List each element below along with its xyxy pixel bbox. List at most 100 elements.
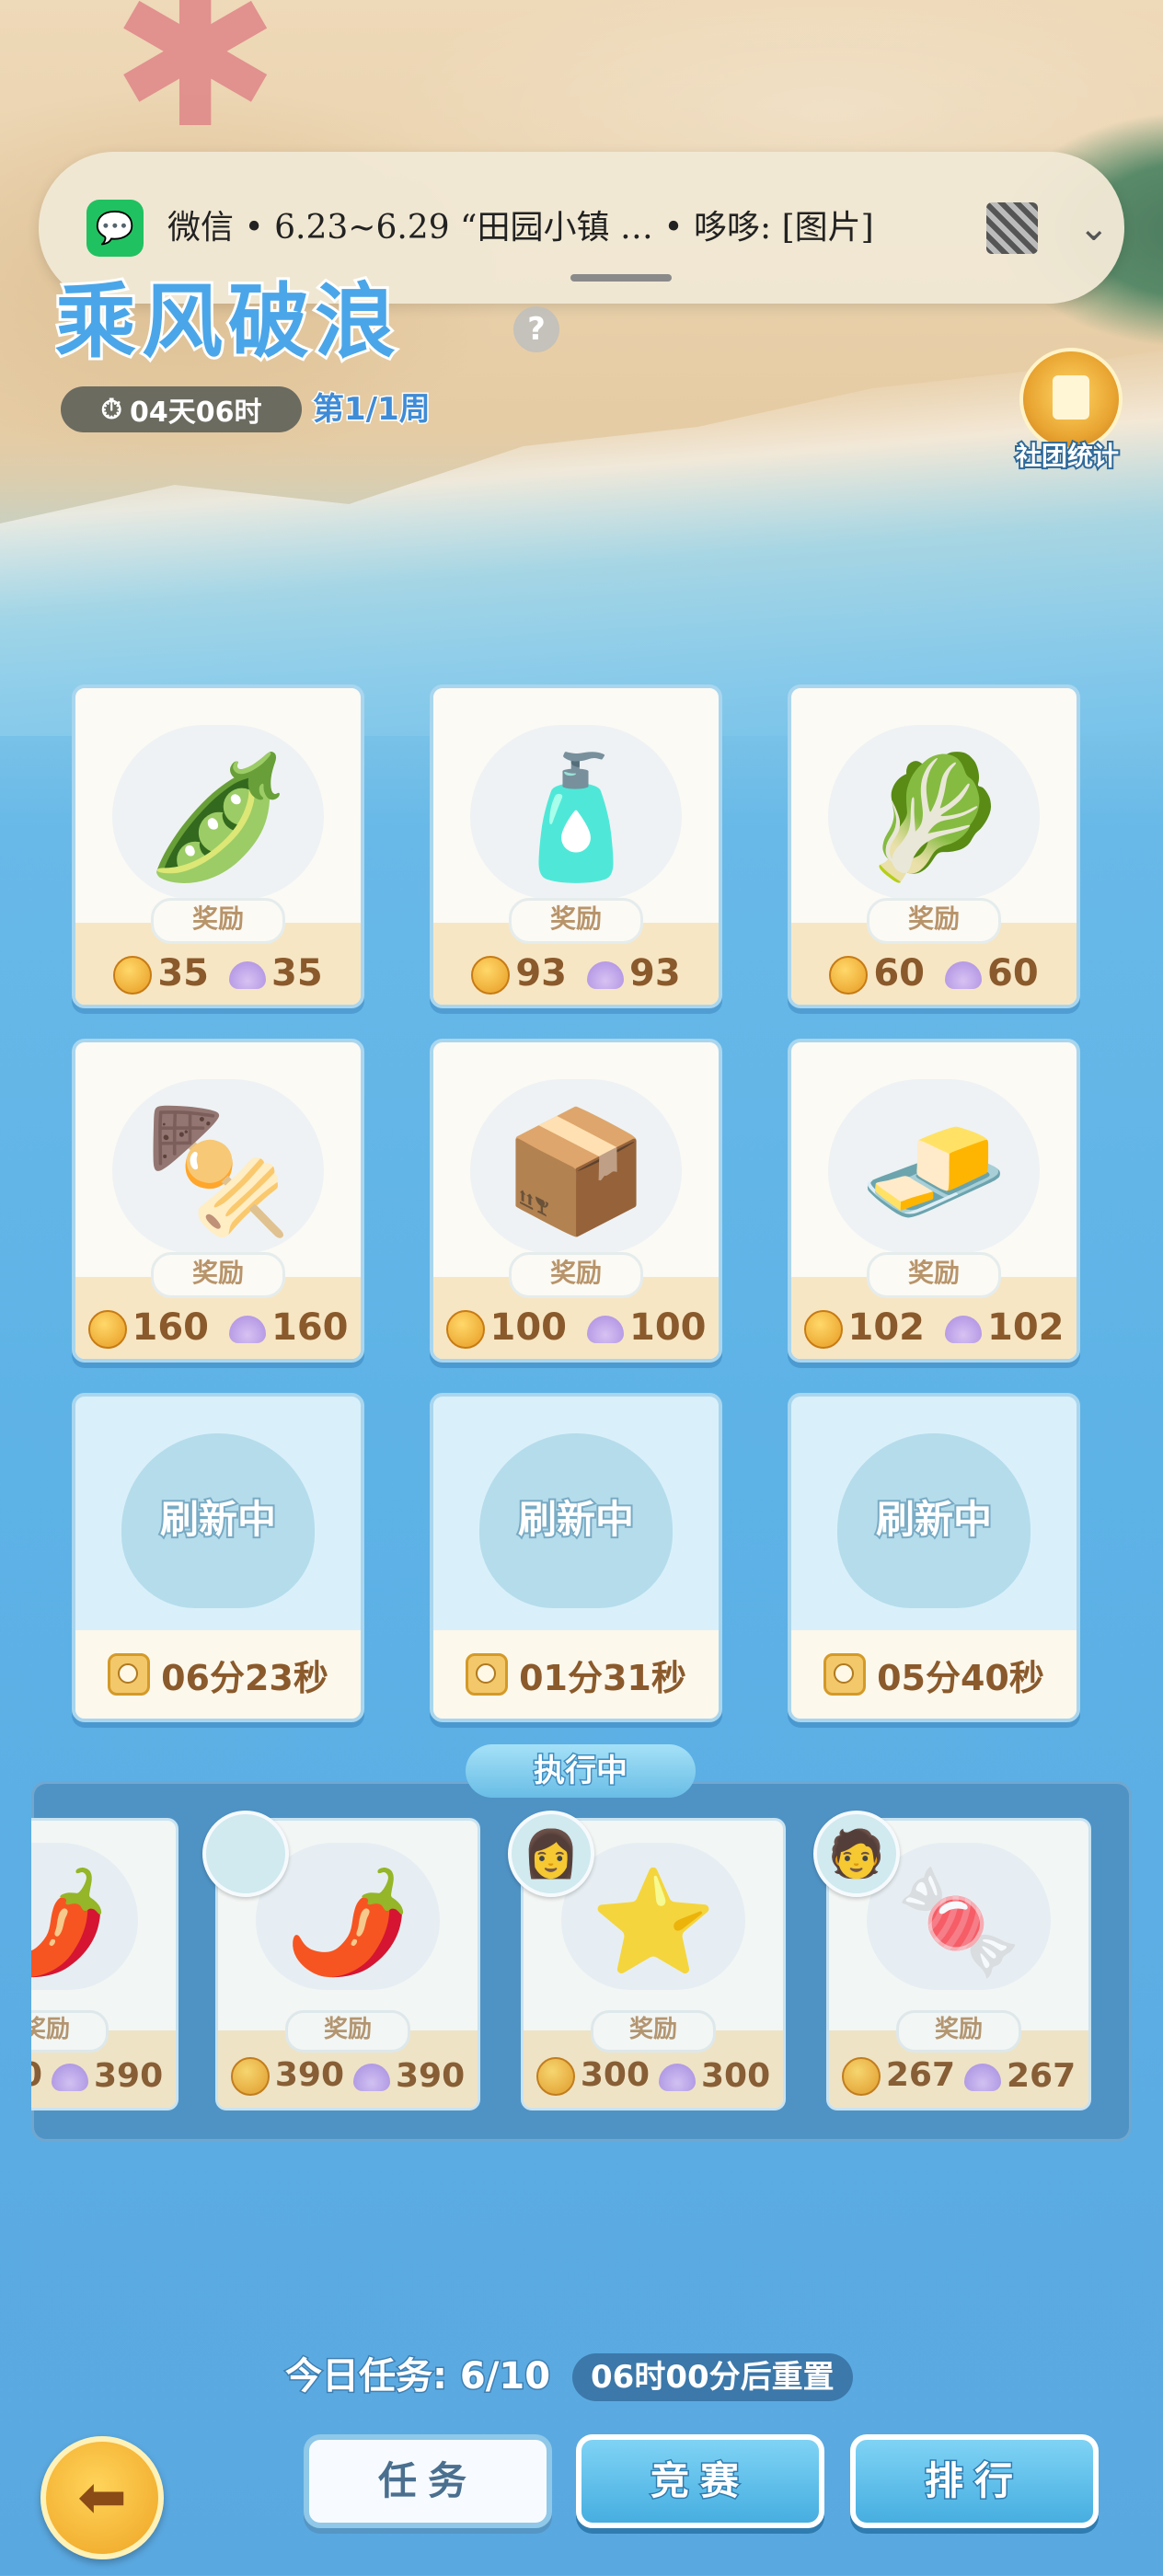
refreshing-card: 刷新中 05分40秒: [788, 1393, 1080, 1722]
reward-tag: 奖励: [285, 2010, 410, 2053]
coin-value: 300: [580, 2055, 650, 2094]
refreshing-label: 刷新中: [874, 1495, 994, 1544]
tofu-icon: 🧈: [859, 1101, 1008, 1241]
coin-value: 160: [132, 1306, 210, 1349]
purple-rolls-icon: 🍢: [144, 1101, 293, 1241]
order-card[interactable]: 🧴 奖励 93 93: [430, 684, 722, 1008]
drag-handle[interactable]: [570, 274, 672, 282]
stopwatch-icon: ⏱: [100, 393, 122, 426]
executing-panel[interactable]: 🌶️ 奖励 390 390 🌶️ 奖励 390 390 ⭐ 奖励 300 300…: [31, 1781, 1132, 2142]
coin-value: 60: [873, 952, 925, 995]
coin-icon: [445, 1310, 485, 1349]
coin-value: 390: [274, 2055, 344, 2094]
daily-tasks-counter: 今日任务: 6/10: [283, 2354, 551, 2399]
club-stats-button[interactable]: 社团统计: [1003, 348, 1132, 477]
chili-icon: 🌶️: [31, 1862, 109, 1982]
chili-icon: 🌶️: [284, 1863, 411, 1981]
reward-tag: 奖励: [151, 898, 285, 944]
shell-value: 60: [987, 952, 1039, 995]
executing-order-card[interactable]: 🌶️ 奖励 390 390: [31, 1818, 178, 2110]
week-indicator: 第1/1周: [312, 390, 432, 430]
edamame-icon: 🫛: [144, 747, 293, 887]
order-card[interactable]: 📦 奖励 100 100: [430, 1039, 722, 1363]
starfish-decoration: ✱: [110, 0, 281, 173]
reward-values: 267 267: [829, 2051, 1088, 2100]
reward-values: 100 100: [433, 1302, 719, 1353]
star-candy-jar-icon: ⭐: [590, 1863, 717, 1981]
event-title: 乘风破浪: [55, 271, 402, 372]
helper-avatar-girl[interactable]: 👩: [508, 1811, 594, 1897]
timer-value: 04天06时: [129, 397, 262, 429]
shell-icon: [229, 1316, 266, 1343]
shell-icon: [587, 961, 624, 989]
rice-crate-icon: 📦: [501, 1101, 651, 1241]
notification-text: 微信 • 6.23~6.29 “田园小镇 … • 哆哆: [图片]: [167, 209, 874, 247]
refreshing-label: 刷新中: [158, 1495, 278, 1544]
shell-icon: [945, 961, 982, 989]
shell-value: 100: [629, 1306, 707, 1349]
refreshing-card: 刷新中 01分31秒: [430, 1393, 722, 1722]
empty-helper-avatar[interactable]: [202, 1811, 289, 1897]
countdown: 06分23秒: [75, 1630, 361, 1719]
executing-label: 执行中: [466, 1744, 696, 1798]
shell-icon: [52, 2063, 88, 2091]
help-button[interactable]: ?: [513, 306, 559, 352]
coin-value: 390: [31, 2056, 42, 2094]
reward-values: 60 60: [791, 948, 1077, 999]
order-card[interactable]: 🥬 奖励 60 60: [788, 684, 1080, 1008]
reward-tag: 奖励: [867, 898, 1001, 944]
countdown: 01分31秒: [433, 1630, 719, 1719]
coin-value: 267: [885, 2055, 955, 2094]
back-arrow-icon[interactable]: ⬅: [40, 2436, 164, 2559]
shell-value: 93: [629, 952, 681, 995]
refreshing-label: 刷新中: [516, 1495, 636, 1544]
shell-icon: [659, 2063, 696, 2091]
coin-icon: [230, 2056, 270, 2096]
order-card[interactable]: 🍢 奖励 160 160: [72, 1039, 364, 1363]
sauce-bottle-icon: 🧴: [501, 747, 651, 887]
chevron-down-icon[interactable]: ⌄: [1078, 202, 1110, 254]
shell-value: 390: [396, 2056, 466, 2095]
shell-icon: [587, 1316, 624, 1343]
shell-value: 102: [987, 1306, 1065, 1349]
reward-values: 102 102: [791, 1302, 1077, 1353]
coin-icon: [535, 2056, 575, 2096]
wechat-icon: 💬: [86, 200, 144, 257]
reward-tag: 奖励: [867, 1252, 1001, 1298]
coin-icon: [803, 1310, 843, 1349]
alarm-clock-icon: [108, 1653, 151, 1696]
event-timer: ⏱ 04天06时: [61, 386, 302, 432]
image-thumbnail: [986, 202, 1038, 254]
reward-values: 390 390: [31, 2051, 176, 2100]
refreshing-card: 刷新中 06分23秒: [72, 1393, 364, 1722]
countdown-value: 05分40秒: [877, 1657, 1044, 1698]
shell-value: 390: [94, 2056, 164, 2095]
shell-value: 267: [1007, 2056, 1077, 2095]
order-card[interactable]: 🧈 奖励 102 102: [788, 1039, 1080, 1363]
reward-values: 160 160: [75, 1302, 361, 1353]
reward-tag: 奖励: [151, 1252, 285, 1298]
coin-icon: [841, 2056, 881, 2096]
shell-icon: [945, 1316, 982, 1343]
reset-timer-badge: 06时00分后重置: [572, 2353, 853, 2401]
shell-icon: [964, 2063, 1001, 2091]
shell-value: 35: [271, 952, 323, 995]
order-card[interactable]: 🫛 奖励 35 35: [72, 684, 364, 1008]
club-stats-label: 社团统计: [1014, 439, 1121, 473]
shell-icon: [229, 961, 266, 989]
tab-competition[interactable]: 竞赛: [576, 2434, 824, 2528]
reward-tag: 奖励: [509, 898, 643, 944]
reward-values: 390 390: [218, 2051, 478, 2100]
coin-icon: [829, 956, 869, 995]
helper-avatar-boy[interactable]: 🧑: [813, 1811, 900, 1897]
countdown-value: 06分23秒: [161, 1657, 328, 1698]
tab-tasks[interactable]: 任务: [304, 2434, 552, 2528]
reward-tag: 奖励: [509, 1252, 643, 1298]
countdown-value: 01分31秒: [519, 1657, 686, 1698]
coin-value: 100: [489, 1306, 568, 1349]
reward-values: 300 300: [524, 2051, 783, 2100]
tab-ranking[interactable]: 排行: [850, 2434, 1099, 2528]
countdown: 05分40秒: [791, 1630, 1077, 1719]
shell-value: 160: [271, 1306, 349, 1349]
shell-value: 300: [701, 2056, 771, 2095]
